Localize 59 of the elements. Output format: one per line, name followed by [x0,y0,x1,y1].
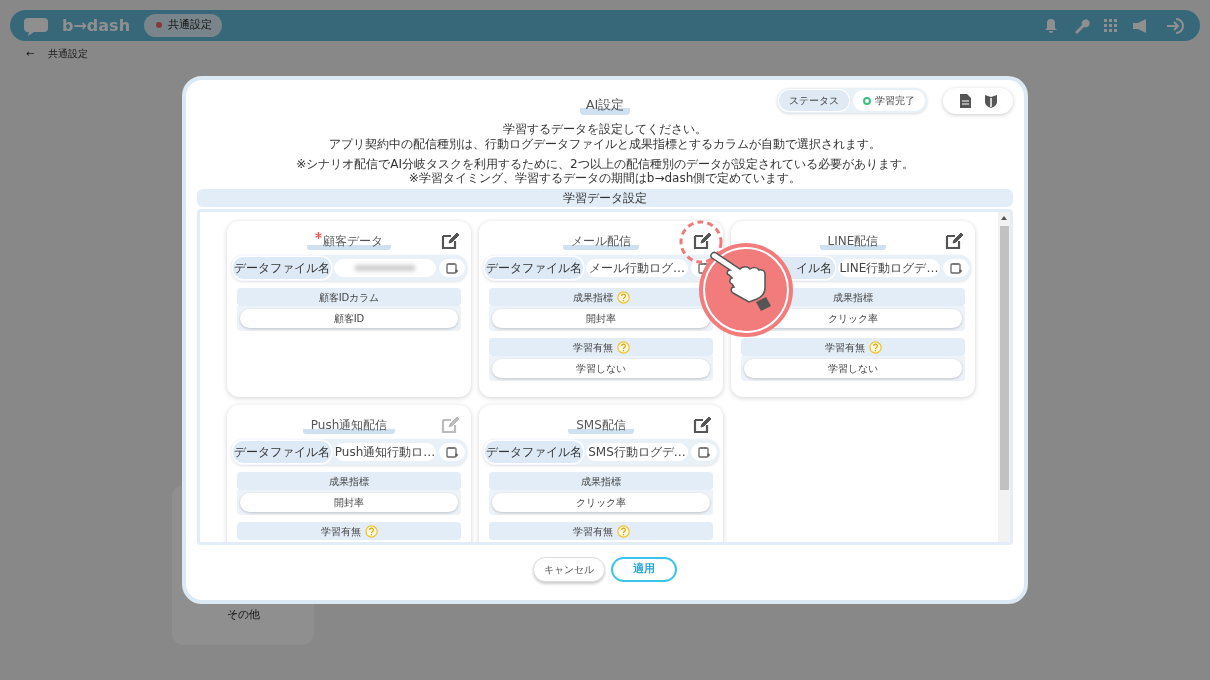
cancel-button[interactable]: キャンセル [533,557,605,582]
bell-icon[interactable] [1044,17,1058,34]
help-icon[interactable] [616,290,630,304]
card-title: LINE配信 [819,232,887,250]
section-header: 学習データ設定 [197,189,1013,207]
field-value[interactable]: 顧客ID [240,309,458,328]
scrollbar[interactable] [998,212,1010,542]
edit-icon[interactable] [693,416,711,434]
edit-icon[interactable] [945,232,963,250]
pin-icon [154,20,165,31]
card-title: メール配信 [563,232,639,250]
status-dot-icon [863,96,871,105]
field-value[interactable]: 開封率 [492,309,710,328]
file-label: データファイル名 [485,257,583,279]
file-name-field: Push通知行動ロ… [334,443,436,461]
breadcrumb-label: 共通設定 [48,46,89,61]
logo-icon [24,15,48,36]
field-value[interactable]: 学習しない [492,359,710,378]
field-value[interactable]: 学習しない [744,359,962,378]
field-label: 成果指標 [572,290,613,305]
status-value: 学習完了 [875,94,915,108]
note-text: ※シナリオ配信でAI分岐タスクを利用するために、2つ以上の配信種別のデータが設定されている必要があります。 [295,157,915,171]
sign-in-icon[interactable] [1166,16,1186,35]
file-name-field: メール行動ログ… [586,259,688,277]
file-label: データファイル名 [485,441,583,463]
back-arrow[interactable]: ← [26,45,35,61]
card-title: Push通知配信 [302,416,396,434]
field-label: 学習有無 [572,340,613,355]
field-value[interactable]: 開封率 [240,493,458,512]
field-label: 成果指標 [581,474,621,489]
grid-icon[interactable] [1104,18,1118,33]
help-icon[interactable] [364,524,378,538]
field-value[interactable]: クリック率 [492,493,710,512]
field-label: 学習有無 [320,524,361,539]
card-title: 顧客データ [307,232,391,250]
help-icon[interactable] [616,524,630,538]
status-label: ステータス [779,90,849,111]
file-name-field: SMS行動ログデ… [586,443,688,461]
file-label: データファイル名 [233,441,331,463]
description-text: アプリ契約中の配信種別は、行動ログデータファイルと成果指標とするカラムが自動で選択されます。 [328,137,882,152]
description-text: 学習するデータを設定してください。 [502,122,708,137]
file-label: データファイル名 [233,257,331,279]
edit-icon[interactable] [693,232,711,250]
field-label: 成果指標 [833,290,873,305]
help-icon[interactable] [868,340,882,354]
note-text: ※学習タイミング、学習するデータの期間はb→dash側で定めています。 [407,171,803,185]
field-label: 学習有無 [824,340,865,355]
field-label: 学習有無 [572,524,613,539]
dialog-title: AI設定 [579,95,631,115]
help-icon[interactable] [616,340,630,354]
shield-icon[interactable] [984,94,997,108]
edit-icon[interactable] [441,232,459,250]
document-icon[interactable] [959,94,971,108]
field-label: 顧客IDカラム [318,290,380,305]
section-chip[interactable]: 共通設定 [144,14,223,37]
card-title: SMS配信 [568,416,634,434]
file-name-field: LINE行動ログデ… [838,259,940,277]
field-label: 成果指標 [329,474,369,489]
sidebar-item[interactable]: その他 [226,607,260,621]
